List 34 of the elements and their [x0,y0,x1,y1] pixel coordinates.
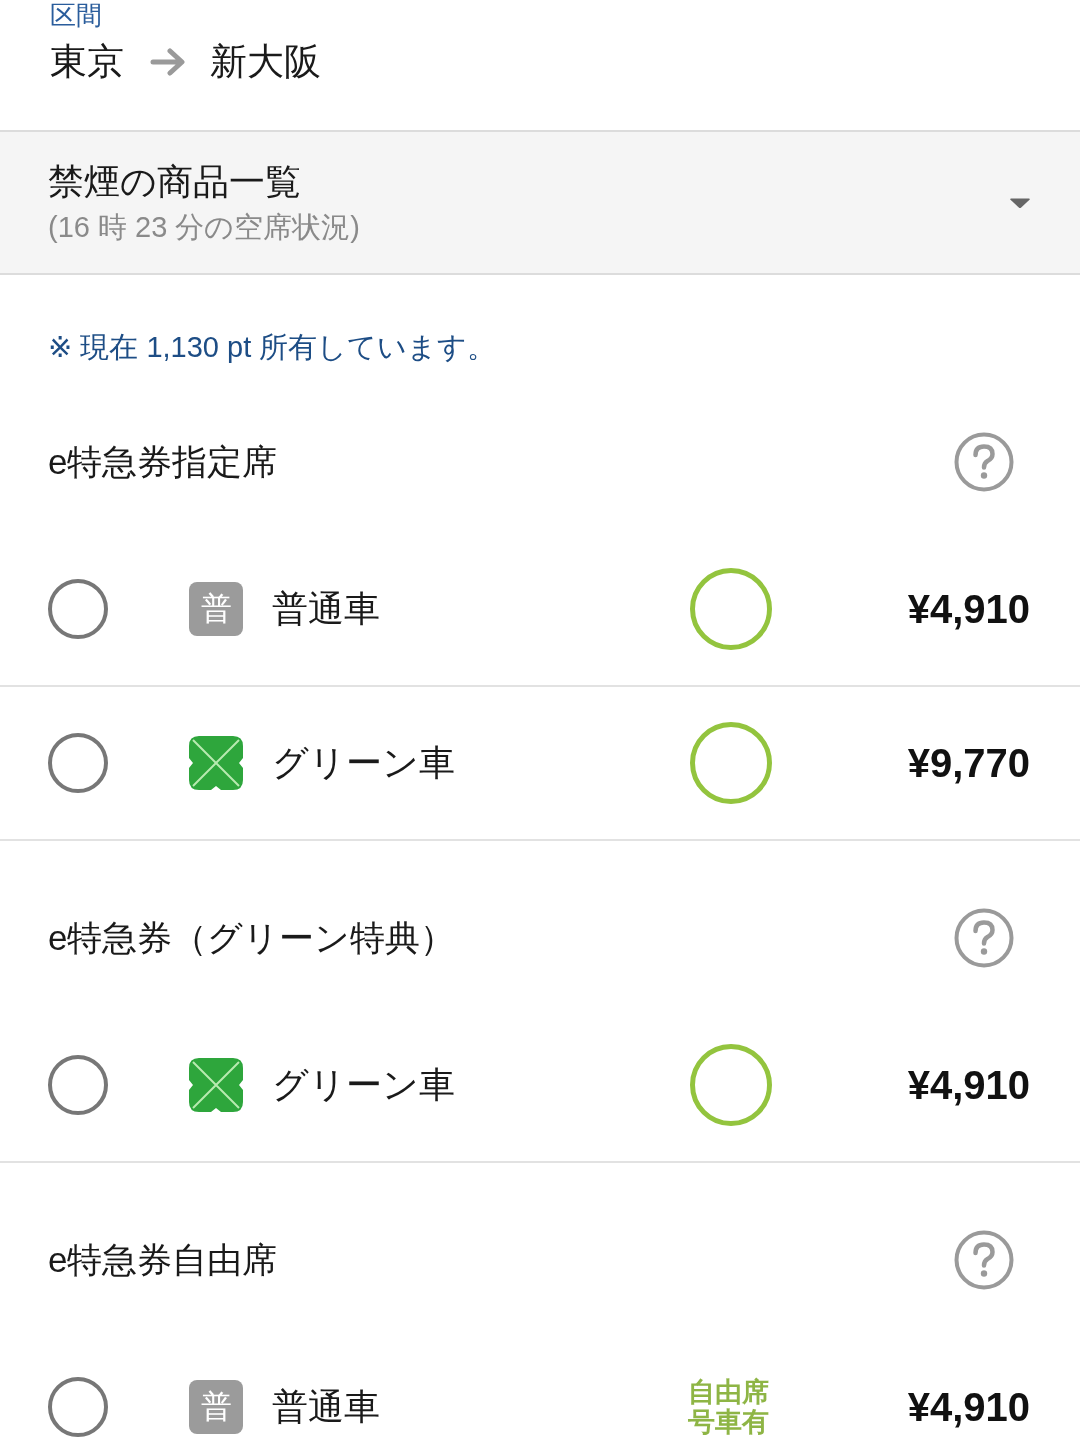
departure-station: 東京 [50,42,124,82]
radio-button[interactable] [48,733,108,793]
availability-time: (16 時 23 分の空席状況) [48,209,360,245]
ordinary-car-badge: 普 [189,1380,243,1434]
caret-icon[interactable] [1009,196,1031,209]
ticket-type-title: e特急券指定席 [48,441,278,483]
radio-button[interactable] [48,1377,108,1437]
product-list-title: 禁煙の商品一覧 [48,159,301,204]
help-icon[interactable] [954,908,1014,968]
available-circle-icon [690,1044,772,1126]
price: ¥4,910 [907,1384,1030,1430]
radio-button[interactable] [48,579,108,639]
right-arrow-icon [150,48,186,76]
ticket-type-title: e特急券自由席 [48,1239,278,1281]
radio-button[interactable] [48,1055,108,1115]
available-circle-icon [690,568,772,650]
section-label: 区間 [50,0,102,30]
price: ¥9,770 [907,740,1030,786]
car-class-name: グリーン車 [272,741,456,785]
ticket-type-title: e特急券（グリーン特典） [48,917,456,959]
ordinary-car-badge: 普 [189,582,243,636]
car-class-name: 普通車 [272,587,381,631]
available-circle-icon [690,722,772,804]
car-class-name: 普通車 [272,1385,381,1429]
clover-icon [189,736,243,790]
help-icon[interactable] [954,1230,1014,1290]
price: ¥4,910 [907,1062,1030,1108]
clover-icon [189,1058,243,1112]
availability-text: 自由席号車有 [688,1377,770,1437]
price: ¥4,910 [907,586,1030,632]
help-icon[interactable] [954,432,1014,492]
arrival-station: 新大阪 [210,42,321,82]
car-class-name: グリーン車 [272,1063,456,1107]
points-note: ※ 現在 1,130 pt 所有しています。 [48,330,497,365]
